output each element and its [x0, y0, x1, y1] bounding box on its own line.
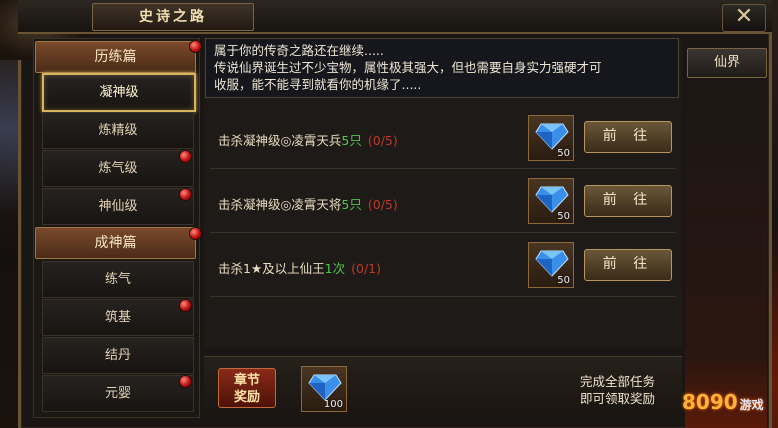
chapter-label-line: 奖励: [233, 390, 260, 405]
description-line: 收服，能不能寻到就看你的机缘了.....: [214, 77, 422, 92]
sidebar-item-yuanying[interactable]: 元婴: [42, 375, 194, 412]
reward-item[interactable]: 50: [528, 242, 574, 288]
task-target: 击杀凝神级◎凌霄天将: [218, 197, 342, 212]
chapter-reward-label: 章节 奖励: [218, 368, 276, 408]
blue-diamond-icon: [535, 250, 569, 277]
go-button[interactable]: 前 往: [584, 121, 672, 153]
reward-count: 50: [557, 275, 570, 286]
task-target: 击杀凝神级◎凌霄天兵: [218, 133, 342, 148]
sidebar-item-lianjing[interactable]: 炼精级: [42, 112, 194, 149]
blue-diamond-icon: [535, 186, 569, 213]
window-title: 史诗之路: [92, 3, 254, 31]
tab-xianjie[interactable]: 仙界: [687, 48, 767, 78]
task-progress: (0/1): [351, 261, 381, 276]
description-line: 传说仙界诞生过不少宝物，属性极其强大，但也需要自身实力强硬才可: [214, 60, 602, 75]
task-text: 击杀凝神级◎凌霄天将5只 (0/5): [218, 194, 398, 213]
task-target: 击杀1★及以上仙王: [218, 261, 325, 276]
description-line: 属于你的传奇之路还在继续.....: [214, 43, 384, 58]
red-dot-icon: [179, 375, 192, 388]
reward-count: 50: [557, 148, 570, 159]
blue-diamond-icon: [535, 123, 569, 150]
watermark-text: 8090: [682, 390, 738, 414]
sidebar-item-jiedan[interactable]: 结丹: [42, 337, 194, 374]
sidebar-item-lianqi[interactable]: 练气: [42, 261, 194, 298]
red-dot-icon: [179, 150, 192, 163]
go-button[interactable]: 前 往: [584, 249, 672, 281]
section-header-lilian[interactable]: 历练篇: [35, 41, 196, 73]
sidebar-item-zhuji[interactable]: 筑基: [42, 299, 194, 336]
chapter-reward-item[interactable]: 100: [301, 366, 347, 412]
task-count: 1次: [324, 261, 346, 276]
description-box: 属于你的传奇之路还在继续..... 传说仙界诞生过不少宝物，属性极其强大，但也需…: [205, 38, 679, 98]
site-watermark: 8090 游戏: [682, 382, 776, 422]
reward-item[interactable]: 50: [528, 115, 574, 161]
watermark-sub: 游戏: [739, 398, 764, 412]
red-dot-icon: [179, 188, 192, 201]
close-x-icon: ✕: [734, 4, 754, 29]
section-label: 成神篇: [94, 235, 137, 251]
note-line: 即可领取奖励: [580, 391, 656, 406]
task-row: 击杀凝神级◎凌霄天兵5只 (0/5) 50 前 往: [210, 108, 676, 169]
close-button[interactable]: ✕: [722, 4, 766, 32]
red-dot-icon: [189, 40, 202, 53]
reward-item[interactable]: 50: [528, 178, 574, 224]
task-progress: (0/5): [367, 197, 398, 212]
reward-count: 50: [557, 211, 570, 222]
sidebar-item-shenxian[interactable]: 神仙级: [42, 188, 194, 225]
red-dot-icon: [189, 227, 202, 240]
task-count: 5只: [341, 133, 362, 148]
reward-count: 100: [323, 399, 343, 410]
section-label: 历练篇: [94, 49, 137, 65]
task-progress: (0/5): [367, 133, 398, 148]
go-button[interactable]: 前 往: [584, 185, 672, 217]
blue-diamond-icon: [308, 374, 342, 401]
task-row: 击杀1★及以上仙王1次 (0/1) 50 前 往: [210, 236, 676, 297]
sidebar-item-ningshen[interactable]: 凝神级: [42, 73, 196, 112]
task-count: 5只: [341, 197, 362, 212]
chapter-label-line: 章节: [233, 373, 260, 388]
red-dot-icon: [179, 299, 192, 312]
right-panel: [685, 80, 767, 428]
section-header-chengshen[interactable]: 成神篇: [35, 227, 196, 259]
chapter-reward-note: 完成全部任务 即可领取奖励: [580, 373, 655, 407]
task-text: 击杀凝神级◎凌霄天兵5只 (0/5): [218, 130, 398, 149]
task-text: 击杀1★及以上仙王1次 (0/1): [218, 258, 381, 277]
note-line: 完成全部任务: [580, 374, 656, 389]
task-row: 击杀凝神级◎凌霄天将5只 (0/5) 50 前 往: [210, 172, 676, 233]
sidebar-item-lianqi-level[interactable]: 炼气级: [42, 150, 194, 187]
